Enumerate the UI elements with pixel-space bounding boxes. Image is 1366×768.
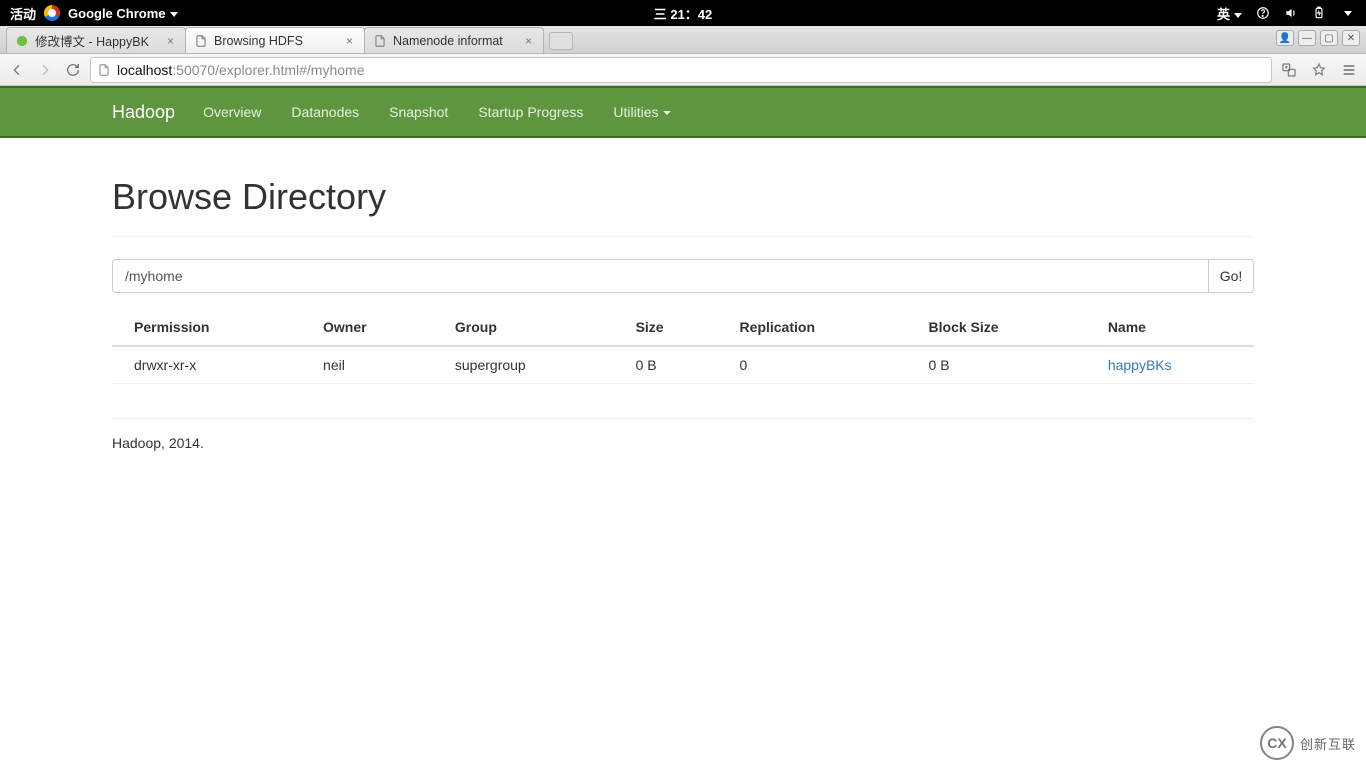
window-maximize-button[interactable]: ▢ <box>1320 30 1338 46</box>
nav-startup-progress[interactable]: Startup Progress <box>478 104 583 120</box>
nav-reload-button[interactable] <box>62 59 84 81</box>
chrome-menu-icon[interactable] <box>1338 59 1360 81</box>
nav-datanodes[interactable]: Datanodes <box>291 104 359 120</box>
cell-name: happyBKs <box>1086 346 1254 384</box>
activities-label[interactable]: 活动 <box>10 4 36 23</box>
col-block-size: Block Size <box>907 309 1086 346</box>
battery-icon[interactable] <box>1312 6 1326 20</box>
path-input-group: Go! <box>112 259 1254 293</box>
entry-link[interactable]: happyBKs <box>1108 357 1172 373</box>
browser-tabstrip: 修改博文 - HappyBK × Browsing HDFS × Namenod… <box>0 26 1366 54</box>
tab-title: 修改博文 - HappyBK <box>35 31 161 50</box>
page-favicon-icon <box>194 34 208 48</box>
ime-indicator[interactable]: 英 <box>1217 4 1242 23</box>
tab-close-icon[interactable]: × <box>167 36 177 46</box>
system-menu-chevron-icon[interactable] <box>1344 11 1352 16</box>
browser-tab-active[interactable]: Browsing HDFS × <box>185 27 365 53</box>
os-top-bar: 活动 Google Chrome 三 21：42 英 <box>0 0 1366 26</box>
cell-group: supergroup <box>433 346 614 384</box>
app-navbar: Hadoop Overview Datanodes Snapshot Start… <box>0 86 1366 138</box>
nav-back-button[interactable] <box>6 59 28 81</box>
footer-text: Hadoop, 2014. <box>112 435 1254 471</box>
chevron-down-icon <box>663 111 671 115</box>
clock[interactable]: 三 21：42 <box>654 4 713 23</box>
url-text: localhost:50070/explorer.html#/myhome <box>117 62 1265 78</box>
page-icon <box>97 63 111 77</box>
cell-block-size: 0 B <box>907 346 1086 384</box>
chrome-app-icon <box>44 5 60 21</box>
col-replication: Replication <box>718 309 907 346</box>
cell-permission: drwxr-xr-x <box>112 346 301 384</box>
tab-title: Browsing HDFS <box>214 34 340 48</box>
go-button[interactable]: Go! <box>1208 259 1254 293</box>
window-close-button[interactable]: ✕ <box>1342 30 1360 46</box>
col-permission: Permission <box>112 309 301 346</box>
table-header-row: Permission Owner Group Size Replication … <box>112 309 1254 346</box>
volume-icon[interactable] <box>1284 6 1298 20</box>
browser-tab[interactable]: 修改博文 - HappyBK × <box>6 27 186 53</box>
watermark: CX 创新互联 <box>1260 726 1356 760</box>
new-tab-button[interactable] <box>549 32 573 50</box>
window-minimize-button[interactable]: — <box>1298 30 1316 46</box>
nav-snapshot[interactable]: Snapshot <box>389 104 448 120</box>
page-title: Browse Directory <box>112 176 1254 218</box>
chevron-down-icon <box>170 12 178 17</box>
divider <box>112 236 1254 237</box>
tab-close-icon[interactable]: × <box>525 36 535 46</box>
cell-owner: neil <box>301 346 433 384</box>
divider <box>112 418 1254 419</box>
col-name: Name <box>1086 309 1254 346</box>
col-group: Group <box>433 309 614 346</box>
path-input[interactable] <box>112 259 1208 293</box>
bookmark-icon[interactable] <box>1308 59 1330 81</box>
page-favicon-icon <box>373 34 387 48</box>
active-app-label[interactable]: Google Chrome <box>68 6 178 21</box>
page-content: Browse Directory Go! Permission Owner Gr… <box>0 176 1366 471</box>
translate-icon[interactable] <box>1278 59 1300 81</box>
table-row: drwxr-xr-x neil supergroup 0 B 0 0 B hap… <box>112 346 1254 384</box>
tab-title: Namenode informat <box>393 34 519 48</box>
brand[interactable]: Hadoop <box>112 102 175 123</box>
nav-forward-button[interactable] <box>34 59 56 81</box>
chevron-down-icon <box>1234 13 1242 18</box>
col-size: Size <box>614 309 718 346</box>
nav-overview[interactable]: Overview <box>203 104 261 120</box>
watermark-text: 创新互联 <box>1300 734 1356 753</box>
tab-close-icon[interactable]: × <box>346 36 356 46</box>
browser-tab[interactable]: Namenode informat × <box>364 27 544 53</box>
browser-toolbar: localhost:50070/explorer.html#/myhome <box>0 54 1366 86</box>
directory-table: Permission Owner Group Size Replication … <box>112 309 1254 384</box>
favicon-icon <box>15 34 29 48</box>
address-bar[interactable]: localhost:50070/explorer.html#/myhome <box>90 57 1272 83</box>
cell-replication: 0 <box>718 346 907 384</box>
watermark-logo: CX <box>1260 726 1294 760</box>
help-icon[interactable] <box>1256 6 1270 20</box>
nav-utilities[interactable]: Utilities <box>613 104 670 120</box>
col-owner: Owner <box>301 309 433 346</box>
cell-size: 0 B <box>614 346 718 384</box>
profile-button[interactable]: 👤 <box>1276 30 1294 46</box>
